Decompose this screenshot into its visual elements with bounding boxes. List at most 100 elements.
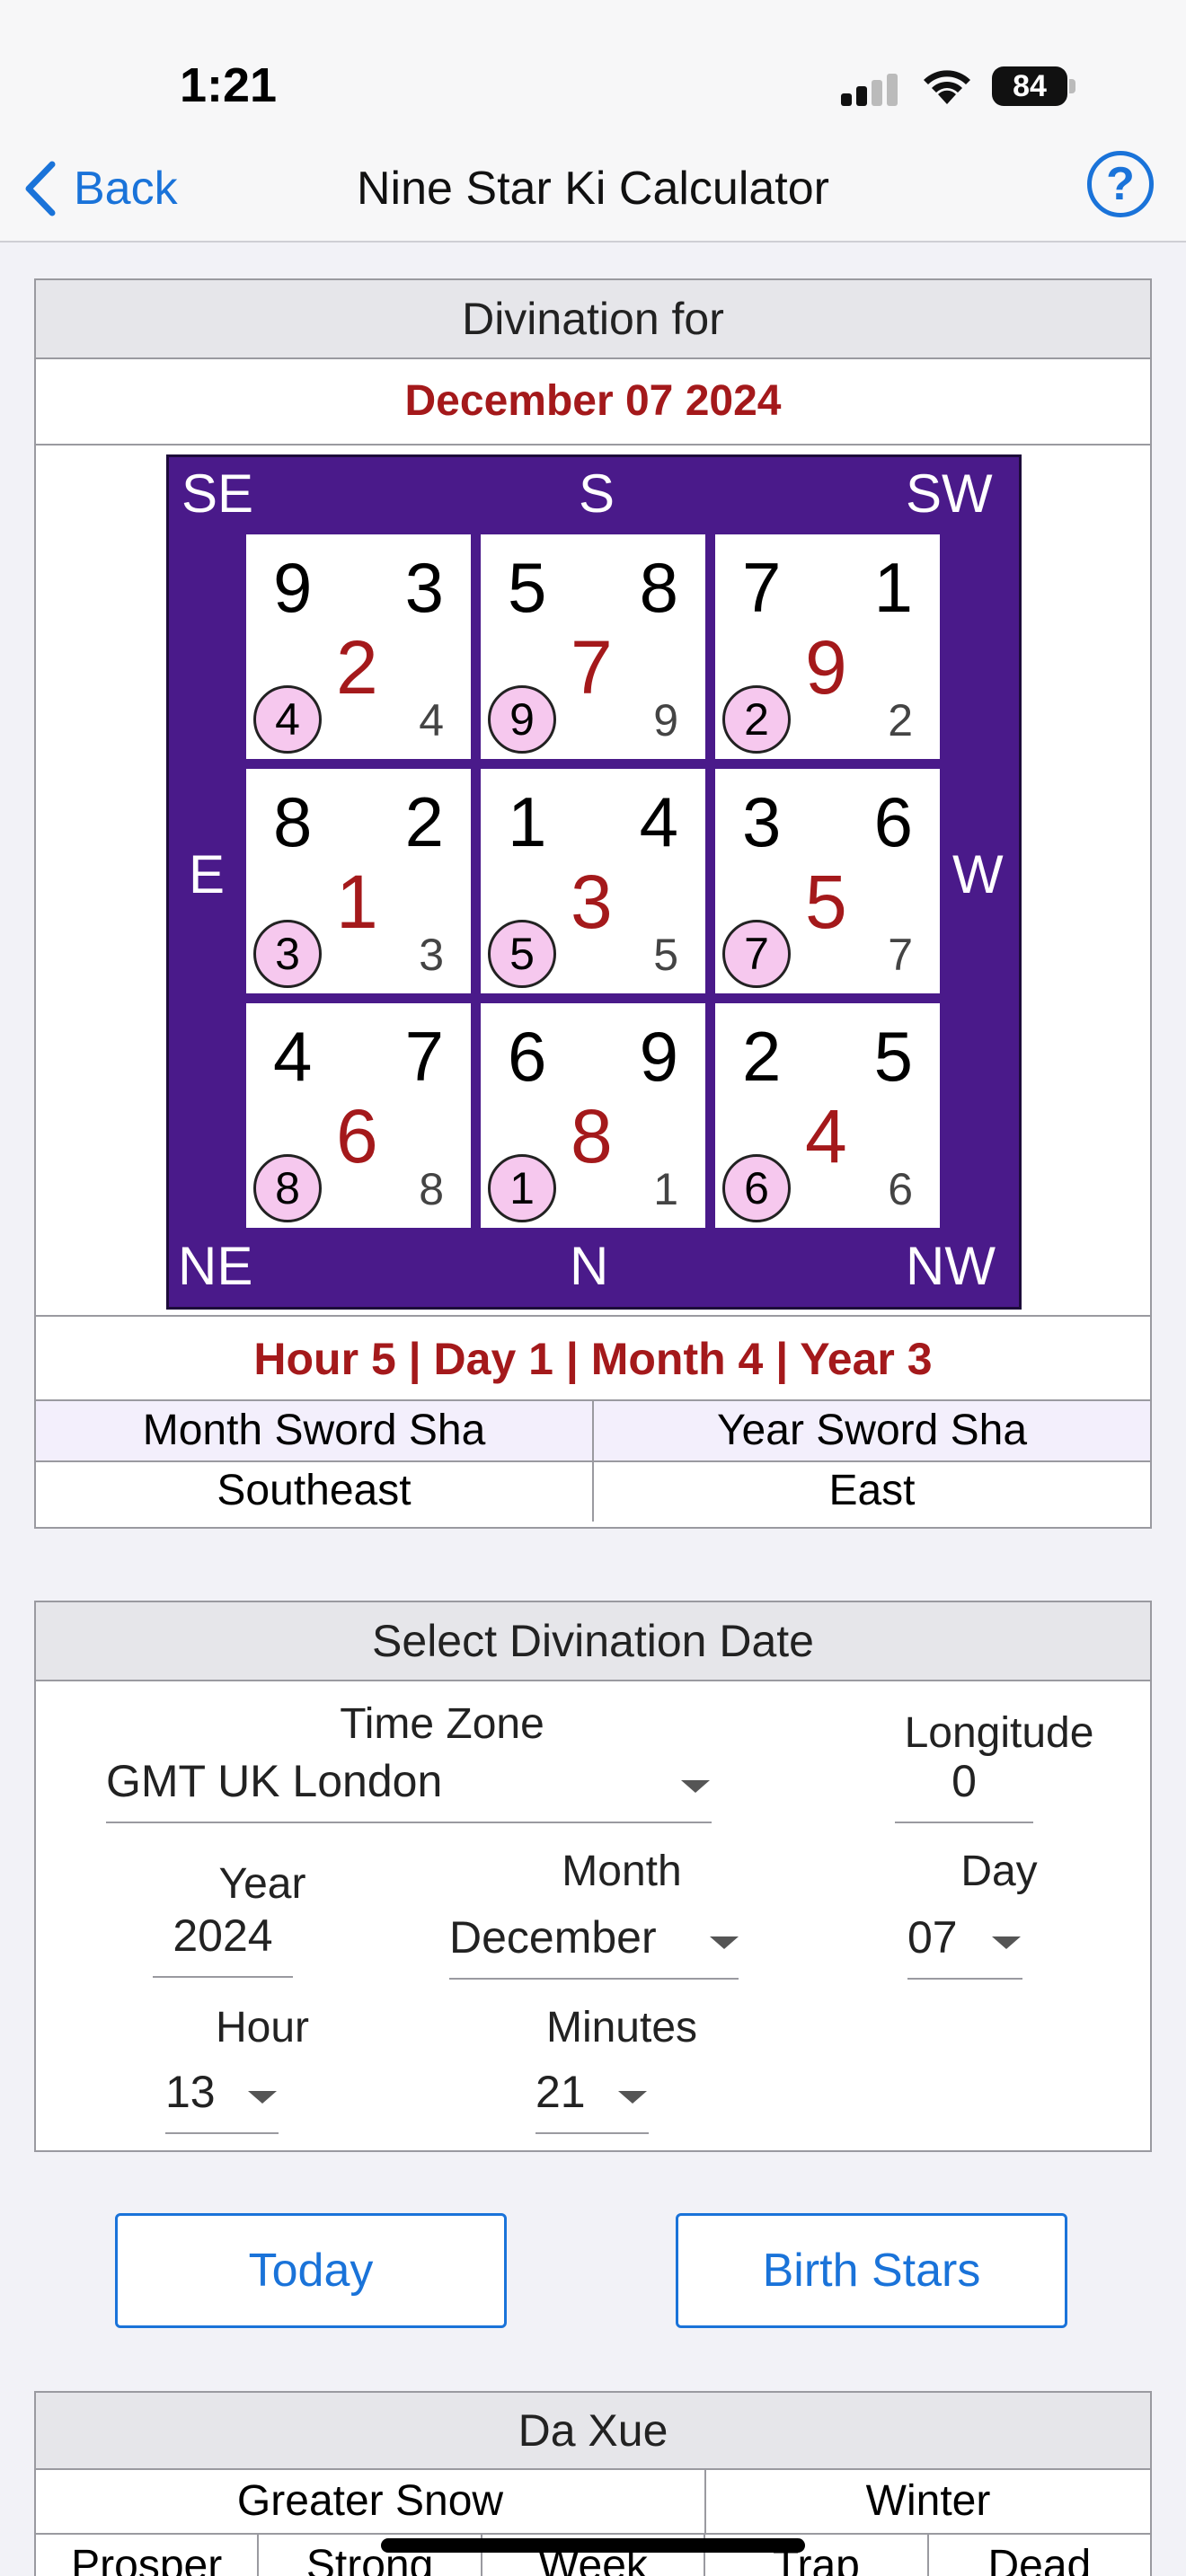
cell-center-star: 5 xyxy=(805,860,847,944)
grid-wrapper: SE S SW E W NE N NW 9 3 2 4 4 5 8 7 9 9 xyxy=(36,446,1150,1317)
cell-circled-star: 5 xyxy=(488,920,556,988)
divination-card: Divination for December 07 2024 SE S SW … xyxy=(34,278,1152,1529)
cell-top-left: 5 xyxy=(508,548,547,627)
direction-s: S xyxy=(579,463,615,524)
cell-circled-star: 4 xyxy=(253,685,322,754)
solar-term-header: Da Xue xyxy=(36,2393,1150,2470)
phase-dead: Dead xyxy=(926,2535,1150,2576)
minutes-label: Minutes xyxy=(545,2004,698,2051)
star-summary: Hour 5 | Day 1 | Month 4 | Year 3 xyxy=(36,1317,1150,1401)
cell-center-star: 8 xyxy=(571,1094,613,1178)
divination-date: December 07 2024 xyxy=(36,359,1150,446)
cell-center-star: 6 xyxy=(336,1094,378,1178)
cell-top-right: 5 xyxy=(873,1017,913,1096)
cell-bottom-right: 6 xyxy=(888,1164,913,1214)
cell-top-left: 6 xyxy=(508,1017,547,1096)
cell-top-right: 6 xyxy=(873,782,913,861)
cell-top-left: 9 xyxy=(273,548,313,627)
phase-prosper: Prosper xyxy=(71,2542,223,2576)
hour-label: Hour xyxy=(215,2004,310,2051)
cell-circled-star: 2 xyxy=(722,685,791,754)
cell-circled-star: 8 xyxy=(253,1154,322,1222)
wifi-icon xyxy=(924,70,970,104)
longitude-label: Longitude xyxy=(904,1709,1094,1757)
day-value: 07 xyxy=(907,1912,958,1963)
hour-select[interactable]: 13 xyxy=(165,2066,279,2134)
cell-bottom-right: 8 xyxy=(419,1164,444,1214)
select-date-header: Select Divination Date xyxy=(36,1602,1150,1681)
grid-cell-sw: 7 1 9 2 2 xyxy=(715,534,940,759)
direction-w: W xyxy=(952,844,1004,904)
cell-top-right: 9 xyxy=(639,1017,678,1096)
direction-n: N xyxy=(570,1236,609,1296)
cell-top-left: 8 xyxy=(273,782,313,861)
solar-term-name: Greater Snow xyxy=(236,2477,504,2525)
cell-bottom-right: 1 xyxy=(653,1164,678,1214)
month-select[interactable]: December xyxy=(449,1911,739,1980)
cell-center-star: 4 xyxy=(805,1094,847,1178)
cell-top-left: 1 xyxy=(508,782,547,861)
cell-center-star: 9 xyxy=(805,625,847,710)
direction-ne: NE xyxy=(178,1236,253,1296)
minutes-select[interactable]: 21 xyxy=(535,2066,649,2134)
cell-top-right: 7 xyxy=(404,1017,444,1096)
direction-sw: SW xyxy=(906,463,993,524)
month-label: Month xyxy=(562,1848,682,1895)
divination-header: Divination for xyxy=(36,280,1150,359)
select-date-card: Select Divination Date Time Zone GMT UK … xyxy=(34,1601,1152,2152)
chevron-down-icon xyxy=(681,1780,710,1793)
month-sword-sha-value: Southeast xyxy=(217,1467,412,1514)
cell-top-left: 4 xyxy=(273,1017,313,1096)
day-label: Day xyxy=(960,1848,1038,1895)
cell-top-right: 3 xyxy=(404,548,444,627)
page-title: Nine Star Ki Calculator xyxy=(357,163,829,215)
battery-icon: 84 xyxy=(992,66,1076,106)
cell-center-star: 1 xyxy=(336,860,378,944)
day-select[interactable]: 07 xyxy=(907,1911,1022,1980)
timezone-select[interactable]: GMT UK London xyxy=(106,1755,712,1823)
minutes-value: 21 xyxy=(535,2067,586,2117)
grid-cell-e: 8 2 1 3 3 xyxy=(246,769,471,993)
cell-bottom-right: 2 xyxy=(888,695,913,745)
chevron-down-icon xyxy=(248,2091,277,2104)
grid-cell-s: 5 8 7 9 9 xyxy=(481,534,705,759)
cell-top-right: 8 xyxy=(639,548,678,627)
cell-top-left: 2 xyxy=(742,1017,782,1096)
nine-star-grid: SE S SW E W NE N NW 9 3 2 4 4 5 8 7 9 9 xyxy=(166,454,1022,1310)
status-bar: 1:21 84 xyxy=(0,0,1186,135)
cell-bottom-right: 7 xyxy=(888,930,913,980)
cell-bottom-right: 4 xyxy=(419,695,444,745)
cell-circled-star: 6 xyxy=(722,1154,791,1222)
cell-circled-star: 1 xyxy=(488,1154,556,1222)
timezone-value: GMT UK London xyxy=(106,1756,443,1806)
sword-sha-values: Southeast East xyxy=(36,1462,1150,1522)
solar-term-row: Greater Snow Winter xyxy=(36,2470,1150,2535)
year-sword-sha-header: Year Sword Sha xyxy=(592,1401,1150,1460)
navigation-bar: Back Nine Star Ki Calculator xyxy=(0,135,1186,243)
solar-term-season: Winter xyxy=(704,2470,1150,2533)
hour-value: 13 xyxy=(165,2067,216,2117)
month-sword-sha-header: Month Sword Sha xyxy=(142,1407,486,1454)
cellular-signal-icon xyxy=(841,74,898,106)
cell-center-star: 2 xyxy=(336,625,378,710)
grid-cell-se: 9 3 2 4 4 xyxy=(246,534,471,759)
longitude-input[interactable]: 0 xyxy=(895,1755,1033,1823)
battery-level: 84 xyxy=(992,66,1067,106)
cell-circled-star: 9 xyxy=(488,685,556,754)
grid-cell-nw: 2 5 4 6 6 xyxy=(715,1003,940,1228)
cell-top-right: 1 xyxy=(873,548,913,627)
birth-stars-button[interactable]: Birth Stars xyxy=(676,2213,1067,2328)
chevron-down-icon xyxy=(710,1936,739,1949)
year-input[interactable]: 2024 xyxy=(153,1910,293,1978)
cell-top-right: 4 xyxy=(639,782,678,861)
today-button[interactable]: Today xyxy=(115,2213,507,2328)
cell-top-left: 3 xyxy=(742,782,782,861)
direction-e: E xyxy=(189,844,226,904)
chevron-down-icon xyxy=(618,2091,647,2104)
home-indicator[interactable] xyxy=(381,2538,805,2553)
cell-circled-star: 7 xyxy=(722,920,791,988)
help-icon[interactable]: ? xyxy=(1087,151,1154,217)
chevron-down-icon xyxy=(992,1936,1021,1949)
cell-bottom-right: 3 xyxy=(419,930,444,980)
month-value: December xyxy=(449,1912,657,1963)
